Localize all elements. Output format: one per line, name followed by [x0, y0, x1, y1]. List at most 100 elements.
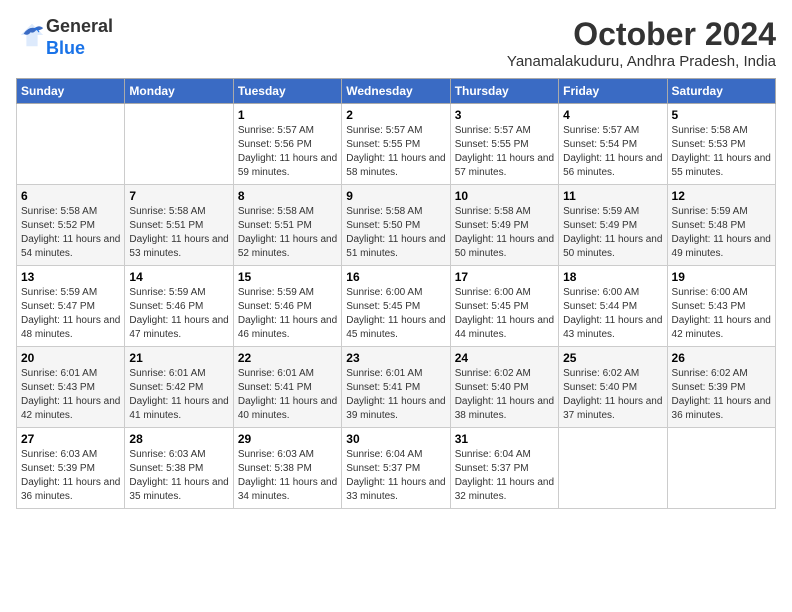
page-header: General Blue October 2024 Yanamalakuduru… — [16, 16, 776, 70]
day-number: 18 — [563, 270, 662, 284]
calendar-subtitle: Yanamalakuduru, Andhra Pradesh, India — [507, 53, 776, 70]
day-number: 3 — [455, 108, 554, 122]
day-number: 30 — [346, 432, 445, 446]
calendar-cell: 3 Sunrise: 5:57 AM Sunset: 5:55 PM Daylig… — [450, 104, 558, 185]
calendar-week-3: 13 Sunrise: 5:59 AM Sunset: 5:47 PM Dayli… — [17, 266, 776, 347]
header-friday: Friday — [559, 79, 667, 104]
calendar-cell: 21 Sunrise: 6:01 AM Sunset: 5:42 PM Dayli… — [125, 347, 233, 428]
calendar-cell — [559, 428, 667, 509]
day-info: Sunrise: 5:57 AM Sunset: 5:55 PM Dayligh… — [455, 124, 554, 180]
day-info: Sunrise: 6:01 AM Sunset: 5:41 PM Dayligh… — [346, 367, 445, 423]
calendar-cell: 9Sunrise: 5:58 AM Sunset: 5:50 PM Daylig… — [342, 185, 450, 266]
calendar-cell: 5 Sunrise: 5:58 AM Sunset: 5:53 PM Daylig… — [667, 104, 775, 185]
day-info: Sunrise: 6:00 AM Sunset: 5:45 PM Dayligh… — [346, 286, 445, 342]
calendar-cell: 13 Sunrise: 5:59 AM Sunset: 5:47 PM Dayli… — [17, 266, 125, 347]
day-info: Sunrise: 6:02 AM Sunset: 5:39 PM Dayligh… — [672, 367, 771, 423]
day-number: 16 — [346, 270, 445, 284]
day-number: 1 — [238, 108, 337, 122]
day-number: 5 — [672, 108, 771, 122]
header-wednesday: Wednesday — [342, 79, 450, 104]
day-info: Sunrise: 5:57 AM Sunset: 5:56 PM Dayligh… — [238, 124, 337, 180]
day-info: Sunrise: 6:02 AM Sunset: 5:40 PM Dayligh… — [563, 367, 662, 423]
day-info: Sunrise: 5:59 AM Sunset: 5:49 PM Dayligh… — [563, 205, 662, 261]
calendar-cell: 17Sunrise: 6:00 AM Sunset: 5:45 PM Dayli… — [450, 266, 558, 347]
calendar-cell: 19Sunrise: 6:00 AM Sunset: 5:43 PM Dayli… — [667, 266, 775, 347]
day-number: 9 — [346, 189, 445, 203]
calendar-cell — [125, 104, 233, 185]
day-number: 26 — [672, 351, 771, 365]
calendar-cell: 2 Sunrise: 5:57 AM Sunset: 5:55 PM Daylig… — [342, 104, 450, 185]
header-thursday: Thursday — [450, 79, 558, 104]
calendar-cell: 8 Sunrise: 5:58 AM Sunset: 5:51 PM Daylig… — [233, 185, 341, 266]
header-sunday: Sunday — [17, 79, 125, 104]
day-info: Sunrise: 5:58 AM Sunset: 5:51 PM Dayligh… — [238, 205, 337, 261]
day-number: 21 — [129, 351, 228, 365]
day-number: 17 — [455, 270, 554, 284]
calendar-cell: 16 Sunrise: 6:00 AM Sunset: 5:45 PM Dayli… — [342, 266, 450, 347]
calendar-cell: 25Sunrise: 6:02 AM Sunset: 5:40 PM Dayli… — [559, 347, 667, 428]
day-number: 4 — [563, 108, 662, 122]
day-info: Sunrise: 6:00 AM Sunset: 5:44 PM Dayligh… — [563, 286, 662, 342]
title-block: October 2024 Yanamalakuduru, Andhra Prad… — [507, 16, 776, 70]
day-number: 10 — [455, 189, 554, 203]
calendar-week-2: 6 Sunrise: 5:58 AM Sunset: 5:52 PM Daylig… — [17, 185, 776, 266]
day-info: Sunrise: 6:04 AM Sunset: 5:37 PM Dayligh… — [346, 448, 445, 504]
day-info: Sunrise: 5:58 AM Sunset: 5:53 PM Dayligh… — [672, 124, 771, 180]
day-number: 31 — [455, 432, 554, 446]
day-info: Sunrise: 5:59 AM Sunset: 5:46 PM Dayligh… — [129, 286, 228, 342]
day-number: 8 — [238, 189, 337, 203]
day-number: 23 — [346, 351, 445, 365]
day-number: 14 — [129, 270, 228, 284]
logo-text: General Blue — [46, 16, 113, 59]
calendar-cell: 31 Sunrise: 6:04 AM Sunset: 5:37 PM Dayli… — [450, 428, 558, 509]
day-number: 24 — [455, 351, 554, 365]
day-info: Sunrise: 5:59 AM Sunset: 5:48 PM Dayligh… — [672, 205, 771, 261]
calendar-cell: 1 Sunrise: 5:57 AM Sunset: 5:56 PM Daylig… — [233, 104, 341, 185]
calendar-week-4: 20Sunrise: 6:01 AM Sunset: 5:43 PM Dayli… — [17, 347, 776, 428]
calendar-cell: 6 Sunrise: 5:58 AM Sunset: 5:52 PM Daylig… — [17, 185, 125, 266]
day-info: Sunrise: 5:58 AM Sunset: 5:52 PM Dayligh… — [21, 205, 120, 261]
day-number: 6 — [21, 189, 120, 203]
day-number: 29 — [238, 432, 337, 446]
calendar-cell — [17, 104, 125, 185]
calendar-table: Sunday Monday Tuesday Wednesday Thursday… — [16, 78, 776, 509]
day-info: Sunrise: 6:02 AM Sunset: 5:40 PM Dayligh… — [455, 367, 554, 423]
day-number: 15 — [238, 270, 337, 284]
calendar-cell: 11Sunrise: 5:59 AM Sunset: 5:49 PM Dayli… — [559, 185, 667, 266]
header-saturday: Saturday — [667, 79, 775, 104]
calendar-cell: 22 Sunrise: 6:01 AM Sunset: 5:41 PM Dayli… — [233, 347, 341, 428]
calendar-title: October 2024 — [507, 16, 776, 53]
header-tuesday: Tuesday — [233, 79, 341, 104]
calendar-cell: 15 Sunrise: 5:59 AM Sunset: 5:46 PM Dayli… — [233, 266, 341, 347]
calendar-cell: 20Sunrise: 6:01 AM Sunset: 5:43 PM Dayli… — [17, 347, 125, 428]
day-number: 27 — [21, 432, 120, 446]
day-info: Sunrise: 6:01 AM Sunset: 5:42 PM Dayligh… — [129, 367, 228, 423]
day-number: 13 — [21, 270, 120, 284]
day-info: Sunrise: 5:59 AM Sunset: 5:46 PM Dayligh… — [238, 286, 337, 342]
calendar-cell: 4 Sunrise: 5:57 AM Sunset: 5:54 PM Daylig… — [559, 104, 667, 185]
logo: General Blue — [16, 16, 113, 59]
day-number: 12 — [672, 189, 771, 203]
calendar-cell — [667, 428, 775, 509]
day-info: Sunrise: 6:03 AM Sunset: 5:38 PM Dayligh… — [238, 448, 337, 504]
day-number: 28 — [129, 432, 228, 446]
day-info: Sunrise: 5:58 AM Sunset: 5:51 PM Dayligh… — [129, 205, 228, 261]
day-info: Sunrise: 5:58 AM Sunset: 5:49 PM Dayligh… — [455, 205, 554, 261]
calendar-week-5: 27 Sunrise: 6:03 AM Sunset: 5:39 PM Dayli… — [17, 428, 776, 509]
calendar-cell: 12 Sunrise: 5:59 AM Sunset: 5:48 PM Dayli… — [667, 185, 775, 266]
calendar-week-1: 1 Sunrise: 5:57 AM Sunset: 5:56 PM Daylig… — [17, 104, 776, 185]
day-number: 2 — [346, 108, 445, 122]
day-info: Sunrise: 6:03 AM Sunset: 5:38 PM Dayligh… — [129, 448, 228, 504]
day-info: Sunrise: 5:59 AM Sunset: 5:47 PM Dayligh… — [21, 286, 120, 342]
day-info: Sunrise: 5:57 AM Sunset: 5:54 PM Dayligh… — [563, 124, 662, 180]
day-info: Sunrise: 6:03 AM Sunset: 5:39 PM Dayligh… — [21, 448, 120, 504]
header-monday: Monday — [125, 79, 233, 104]
day-info: Sunrise: 6:01 AM Sunset: 5:41 PM Dayligh… — [238, 367, 337, 423]
calendar-cell: 29 Sunrise: 6:03 AM Sunset: 5:38 PM Dayli… — [233, 428, 341, 509]
calendar-cell: 26 Sunrise: 6:02 AM Sunset: 5:39 PM Dayli… — [667, 347, 775, 428]
day-info: Sunrise: 5:57 AM Sunset: 5:55 PM Dayligh… — [346, 124, 445, 180]
day-number: 22 — [238, 351, 337, 365]
day-number: 7 — [129, 189, 228, 203]
day-number: 19 — [672, 270, 771, 284]
day-info: Sunrise: 6:04 AM Sunset: 5:37 PM Dayligh… — [455, 448, 554, 504]
